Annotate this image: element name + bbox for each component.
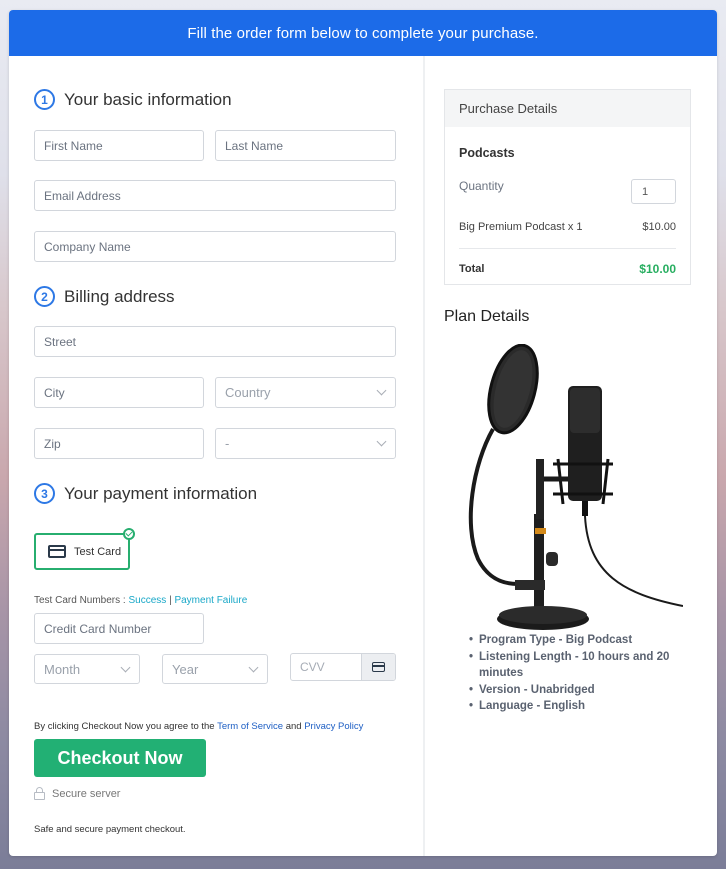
cvv-group: CVV xyxy=(290,653,396,681)
header-banner: Fill the order form below to complete yo… xyxy=(9,10,717,56)
step-number-2: 2 xyxy=(34,286,55,307)
quantity-input[interactable]: 1 xyxy=(631,179,676,204)
banner-text: Fill the order form below to complete yo… xyxy=(187,24,539,42)
zip-input[interactable]: Zip xyxy=(34,428,204,459)
total-row: Total $10.00 xyxy=(459,262,676,276)
month-select[interactable]: Month xyxy=(34,654,140,684)
section-title: Billing address xyxy=(64,286,175,306)
credit-card-icon xyxy=(48,545,66,558)
checkout-now-button[interactable]: Checkout Now xyxy=(34,739,206,777)
order-summary: Purchase Details Podcasts Quantity 1 Big… xyxy=(425,56,717,856)
test-card-numbers: Test Card Numbers : Success | Payment Fa… xyxy=(34,595,247,606)
step-number-1: 1 xyxy=(34,89,55,110)
country-select[interactable]: Country xyxy=(215,377,396,408)
plan-features: Program Type - Big Podcast Listening Len… xyxy=(469,632,689,715)
secure-server-label: Secure server xyxy=(52,788,121,800)
credit-card-number-input[interactable]: Credit Card Number xyxy=(34,613,204,644)
total-label: Total xyxy=(459,263,485,275)
year-select-value: Year xyxy=(172,661,199,677)
total-value: $10.00 xyxy=(639,262,676,276)
chevron-down-icon xyxy=(376,436,387,447)
step-number-3: 3 xyxy=(34,483,55,504)
test-card-option[interactable]: Test Card xyxy=(34,528,135,570)
agreement-prefix: By clicking Checkout Now you agree to th… xyxy=(34,721,215,732)
cvv-card-button[interactable] xyxy=(361,654,395,680)
first-name-input[interactable]: First Name xyxy=(34,130,204,161)
secure-server: Secure server xyxy=(34,786,121,800)
line-item-price: $10.00 xyxy=(642,221,676,233)
test-card-label: Test Card xyxy=(74,545,122,558)
state-select[interactable]: - xyxy=(215,428,396,459)
line-item-row: Big Premium Podcast x 1 $10.00 xyxy=(459,221,676,233)
product-group: Podcasts xyxy=(459,146,676,160)
success-link[interactable]: Success xyxy=(128,595,166,606)
company-input[interactable]: Company Name xyxy=(34,231,396,262)
section-payment: 3 Your payment information xyxy=(34,483,257,504)
cvv-input[interactable]: CVV xyxy=(291,654,361,680)
city-input[interactable]: City xyxy=(34,377,204,408)
plan-feature-item: Listening Length - 10 hours and 20 minut… xyxy=(469,649,689,682)
test-numbers-label: Test Card Numbers : xyxy=(34,595,126,606)
quantity-row: Quantity 1 xyxy=(459,179,676,204)
email-input[interactable]: Email Address xyxy=(34,180,396,211)
section-billing: 2 Billing address xyxy=(34,286,175,307)
terms-link[interactable]: Term of Service xyxy=(217,721,283,732)
agreement-and: and xyxy=(285,721,302,732)
last-name-input[interactable]: Last Name xyxy=(215,130,396,161)
plan-details-title: Plan Details xyxy=(444,308,530,325)
country-select-value: Country xyxy=(225,385,271,400)
podcast-microphone-image xyxy=(468,344,683,630)
chevron-down-icon xyxy=(376,385,387,396)
plan-feature-item: Language - English xyxy=(469,698,689,715)
quantity-label: Quantity xyxy=(459,178,504,193)
street-input[interactable]: Street xyxy=(34,326,396,357)
chevron-down-icon xyxy=(248,662,259,672)
purchase-details-header: Purchase Details xyxy=(445,90,690,127)
credit-card-icon xyxy=(372,662,385,672)
agreement-text: By clicking Checkout Now you agree to th… xyxy=(34,721,363,732)
product-group-label: Podcasts xyxy=(459,146,515,160)
section-title: Your basic information xyxy=(64,89,232,109)
section-title: Your payment information xyxy=(64,483,258,503)
checkout-card: Fill the order form below to complete yo… xyxy=(9,10,717,856)
state-select-value: - xyxy=(225,436,230,451)
section-basic-info: 1 Your basic information xyxy=(34,89,232,110)
privacy-link[interactable]: Privacy Policy xyxy=(304,721,363,732)
lock-icon xyxy=(34,786,45,800)
link-separator: | xyxy=(169,595,172,606)
safe-note: Safe and secure payment checkout. xyxy=(34,824,186,835)
month-select-value: Month xyxy=(44,661,81,677)
summary-divider xyxy=(459,248,676,249)
line-item-name: Big Premium Podcast x 1 xyxy=(459,221,583,233)
plan-feature-item: Version - Unabridged xyxy=(469,682,689,699)
chevron-down-icon xyxy=(120,662,131,672)
plan-feature-item: Program Type - Big Podcast xyxy=(469,632,689,649)
check-circle-icon xyxy=(123,528,135,540)
order-form: 1 Your basic information First Name Last… xyxy=(9,56,423,856)
payment-failure-link[interactable]: Payment Failure xyxy=(174,595,247,606)
year-select[interactable]: Year xyxy=(162,654,268,684)
purchase-details-box: Purchase Details Podcasts Quantity 1 Big… xyxy=(444,89,691,285)
